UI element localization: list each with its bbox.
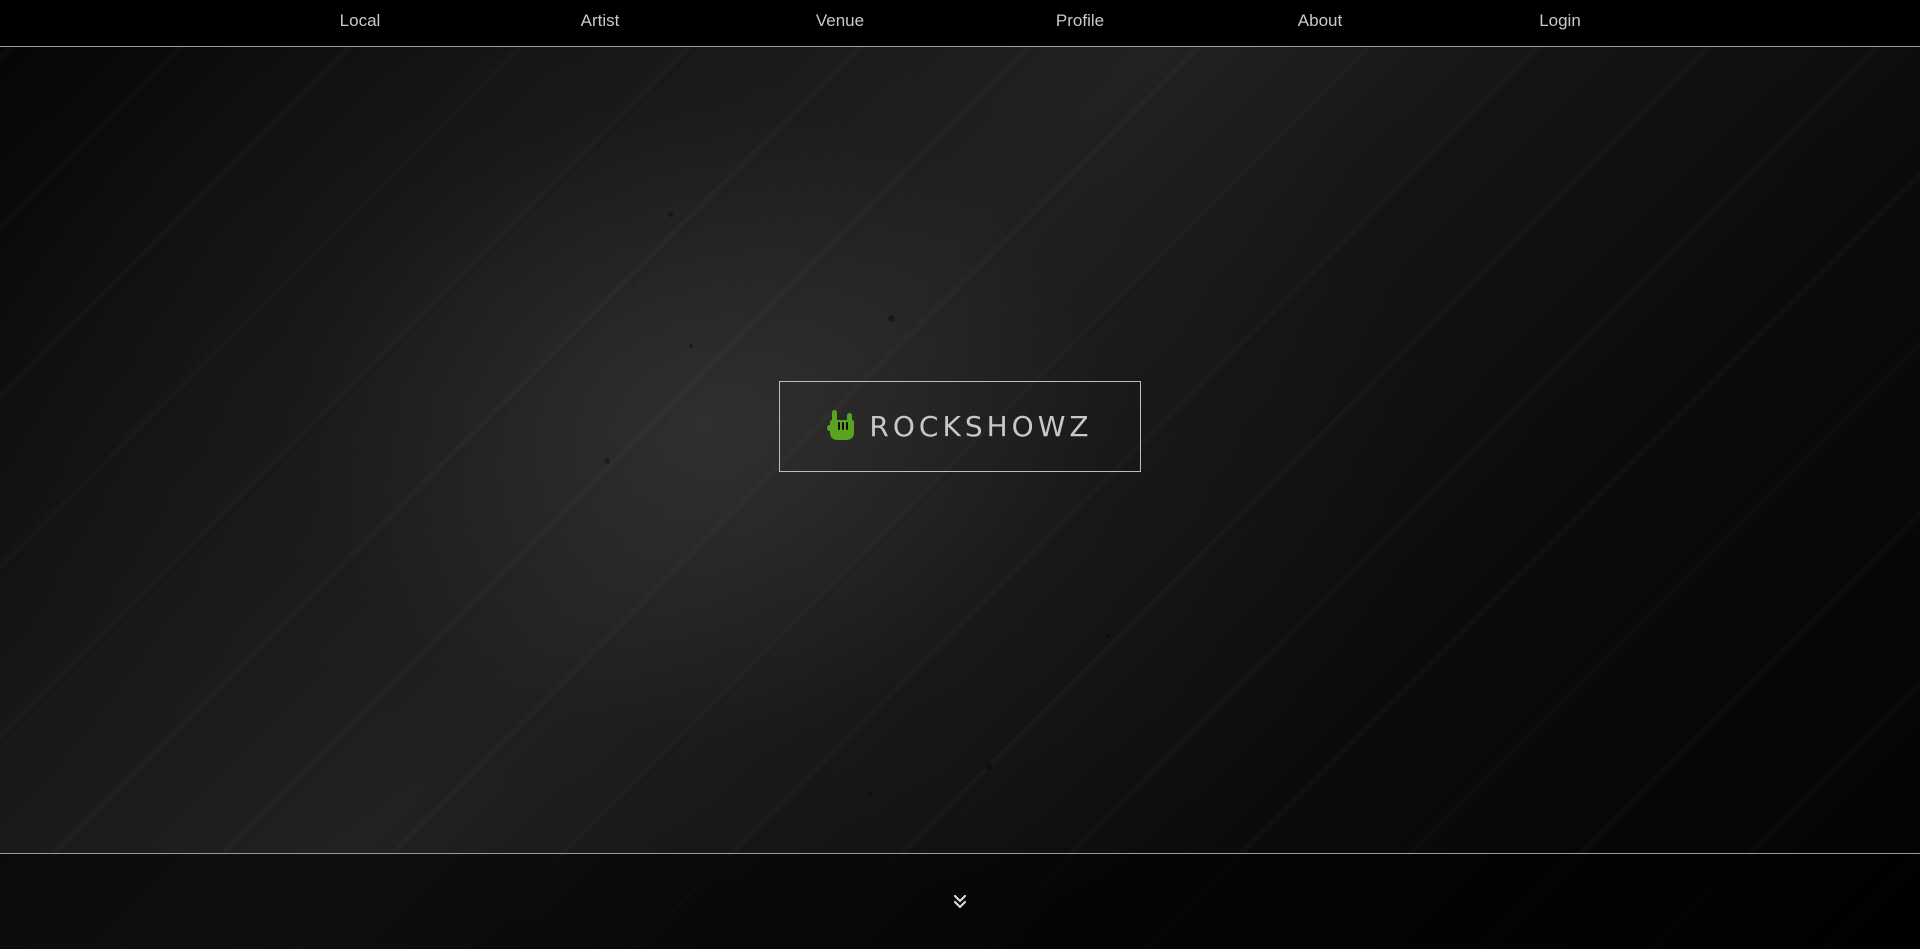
nav-list: Local Artist Venue Profile About Login bbox=[0, 0, 1920, 46]
double-chevron-down-icon[interactable] bbox=[950, 892, 970, 912]
background-texture bbox=[0, 0, 1920, 949]
nav-item-artist: Artist bbox=[480, 0, 720, 46]
background-speckle bbox=[668, 212, 673, 217]
background-speckle bbox=[985, 763, 992, 770]
nav-item-login: Login bbox=[1440, 0, 1680, 46]
nav-link-profile[interactable]: Profile bbox=[1056, 11, 1104, 30]
background-speckle bbox=[1106, 634, 1110, 638]
background-speckle bbox=[604, 458, 610, 464]
background-speckle bbox=[689, 344, 693, 348]
brand-logo-box[interactable]: ROCKSHOWZ bbox=[779, 381, 1141, 472]
rock-hand-icon bbox=[827, 408, 857, 442]
background-speckle bbox=[888, 315, 895, 322]
background-speckle bbox=[868, 791, 873, 796]
top-navigation: Local Artist Venue Profile About Login bbox=[0, 0, 1920, 47]
nav-link-login[interactable]: Login bbox=[1539, 11, 1581, 30]
nav-link-local[interactable]: Local bbox=[340, 11, 381, 30]
page: Local Artist Venue Profile About Login R… bbox=[0, 0, 1920, 949]
nav-item-local: Local bbox=[240, 0, 480, 46]
brand-name: ROCKSHOWZ bbox=[869, 410, 1093, 443]
nav-link-about[interactable]: About bbox=[1298, 11, 1342, 30]
bottom-bar bbox=[0, 853, 1920, 949]
nav-link-artist[interactable]: Artist bbox=[581, 11, 620, 30]
nav-item-about: About bbox=[1200, 0, 1440, 46]
nav-item-venue: Venue bbox=[720, 0, 960, 46]
nav-item-profile: Profile bbox=[960, 0, 1200, 46]
nav-link-venue[interactable]: Venue bbox=[816, 11, 864, 30]
